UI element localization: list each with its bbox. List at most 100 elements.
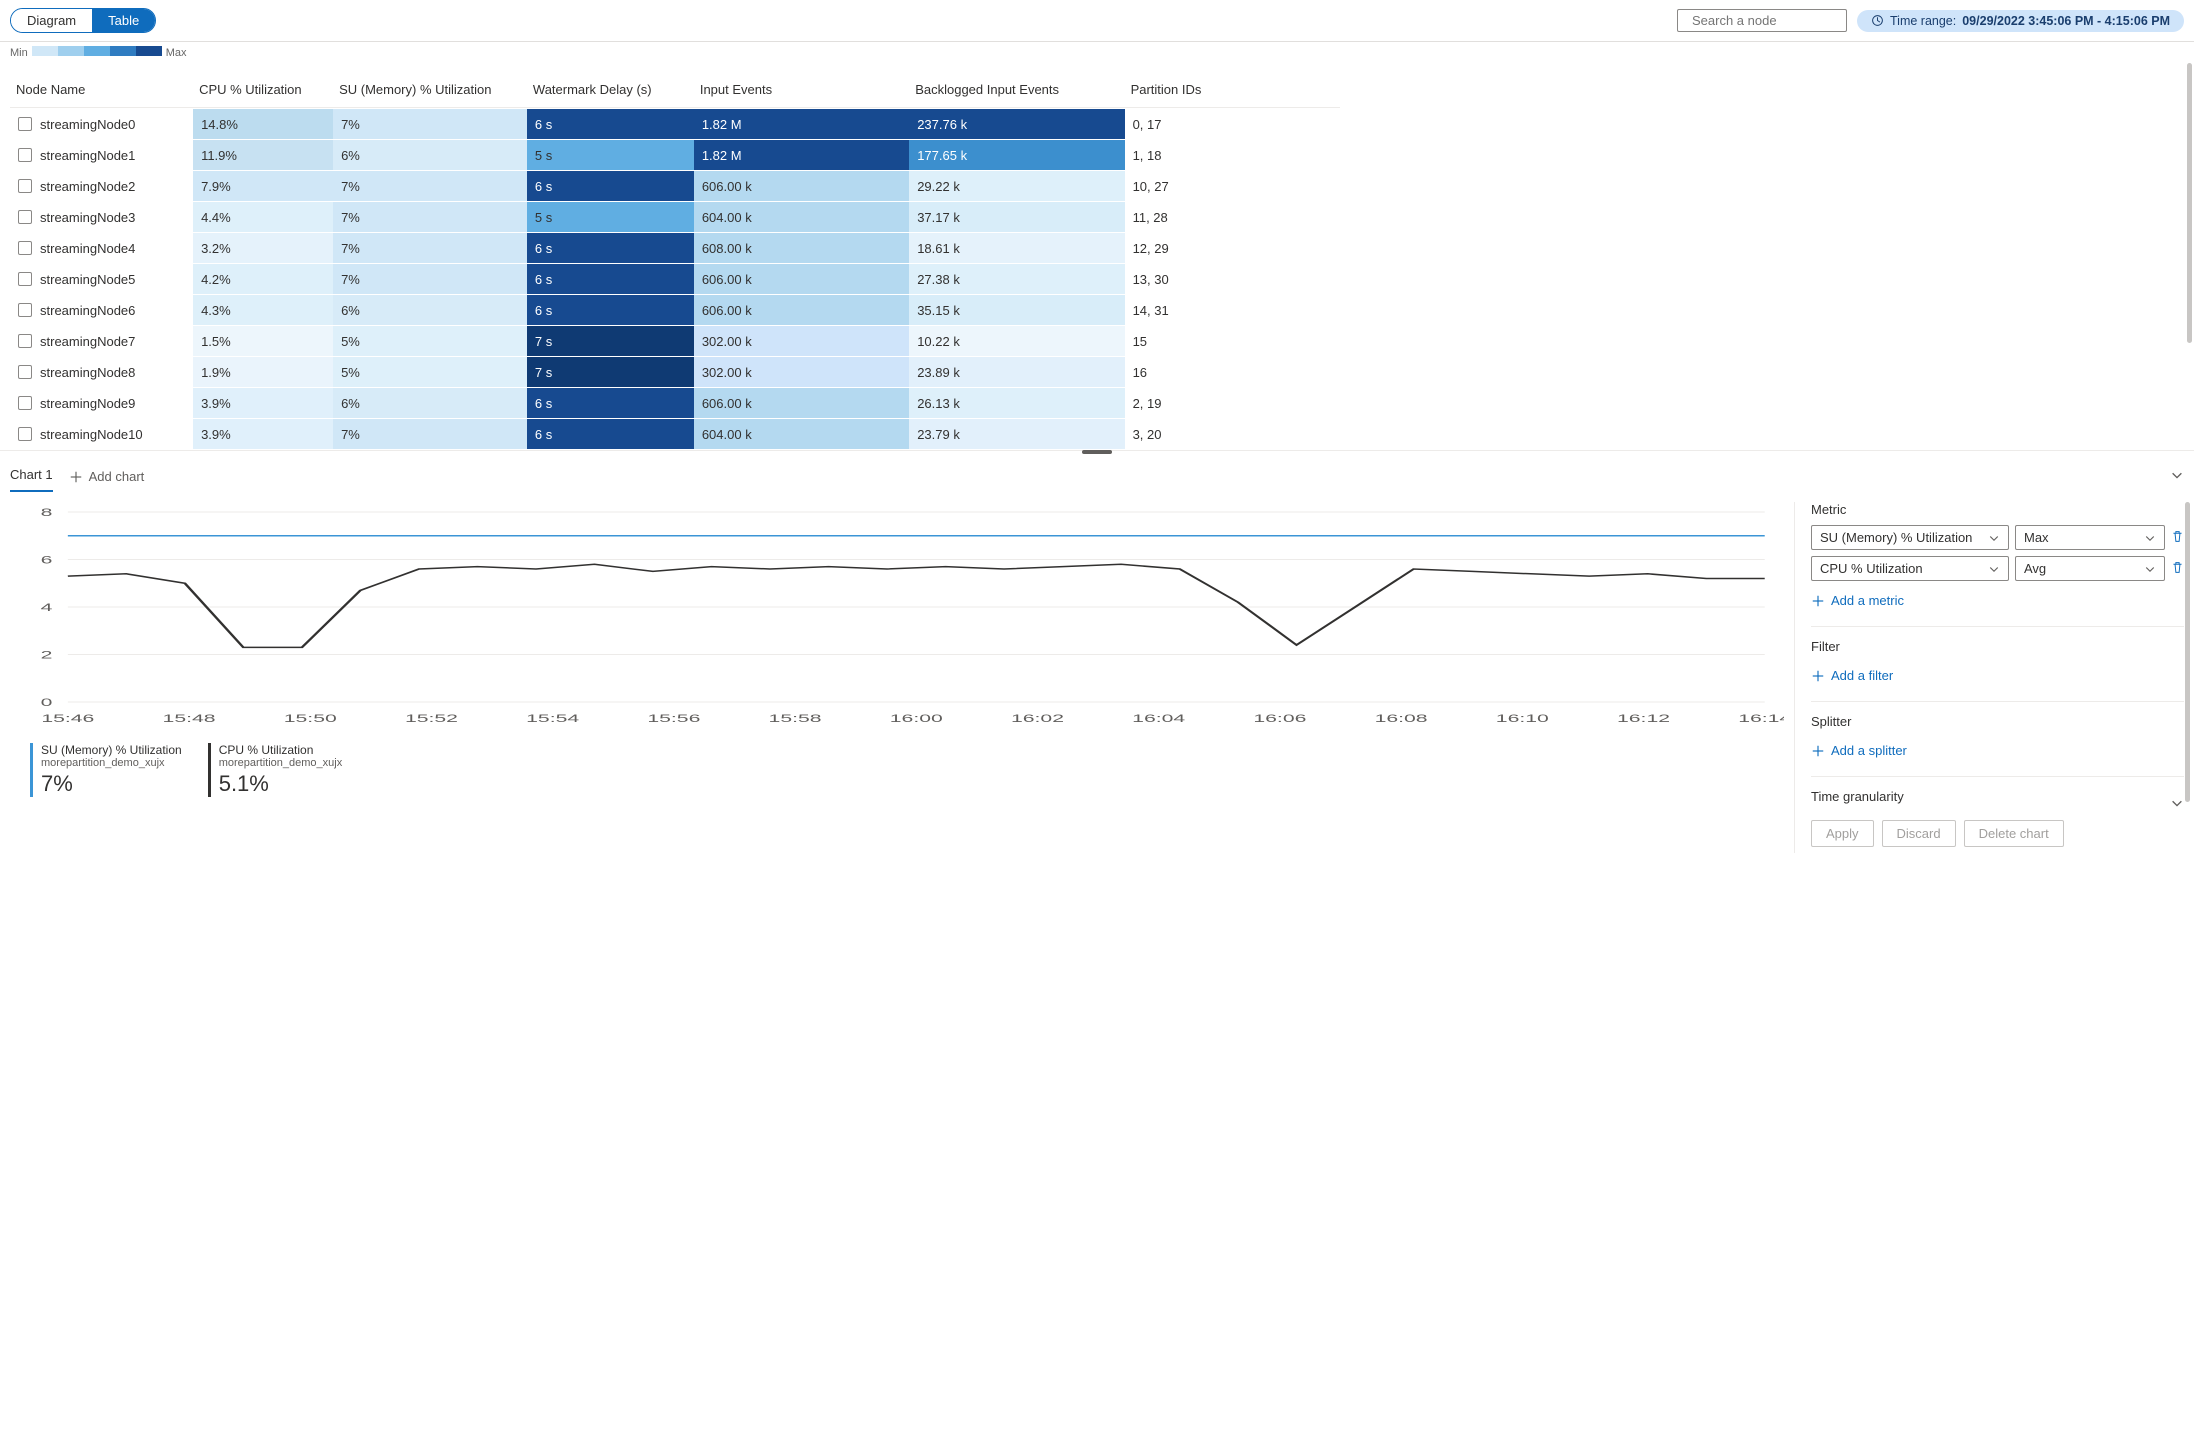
column-header[interactable]: Input Events	[694, 64, 909, 108]
node-name-text: streamingNode0	[40, 117, 135, 132]
node-name-cell[interactable]: streamingNode2	[10, 171, 193, 201]
column-header[interactable]: Partition IDs	[1125, 64, 1340, 108]
node-name-cell[interactable]: streamingNode9	[10, 388, 193, 418]
row-checkbox[interactable]	[18, 365, 32, 379]
time-range-picker[interactable]: Time range: 09/29/2022 3:45:06 PM - 4:15…	[1857, 10, 2184, 32]
watermark-cell: 6 s	[527, 388, 694, 418]
add-splitter-label: Add a splitter	[1831, 743, 1907, 758]
aggregation-dropdown[interactable]: Max	[2015, 525, 2165, 550]
resize-handle[interactable]	[1082, 450, 1112, 454]
metric-dropdown[interactable]: CPU % Utilization	[1811, 556, 2009, 581]
watermark-cell: 6 s	[527, 171, 694, 201]
granularity-section-title: Time granularity	[1811, 789, 2184, 804]
node-name-text: streamingNode7	[40, 334, 135, 349]
watermark-cell: 6 s	[527, 264, 694, 294]
legend-cpu-value: 5.1%	[219, 771, 343, 797]
node-name-cell[interactable]: streamingNode6	[10, 295, 193, 325]
view-toggle-diagram[interactable]: Diagram	[11, 9, 92, 32]
watermark-cell: 7 s	[527, 326, 694, 356]
row-checkbox[interactable]	[18, 396, 32, 410]
node-name-cell[interactable]: streamingNode0	[10, 109, 193, 139]
node-name-text: streamingNode8	[40, 365, 135, 380]
top-bar: Diagram Table Time range: 09/29/2022 3:4…	[0, 0, 2194, 42]
table-row[interactable]: streamingNode93.9%6%6 s606.00 k26.13 k2,…	[10, 388, 1340, 418]
node-name-cell[interactable]: streamingNode4	[10, 233, 193, 263]
row-checkbox[interactable]	[18, 148, 32, 162]
chart-panel: 0246815:4615:4815:5015:5215:5415:5615:58…	[10, 502, 1784, 853]
heat-swatch	[84, 46, 110, 56]
backlog-cell: 37.17 k	[909, 202, 1124, 232]
row-checkbox[interactable]	[18, 272, 32, 286]
su-cell: 7%	[333, 264, 527, 294]
table-row[interactable]: streamingNode71.5%5%7 s302.00 k10.22 k15	[10, 326, 1340, 356]
table-row[interactable]: streamingNode43.2%7%6 s608.00 k18.61 k12…	[10, 233, 1340, 263]
su-cell: 5%	[333, 326, 527, 356]
delete-metric-button[interactable]	[2171, 561, 2184, 577]
table-row[interactable]: streamingNode54.2%7%6 s606.00 k27.38 k13…	[10, 264, 1340, 294]
table-row[interactable]: streamingNode64.3%6%6 s606.00 k35.15 k14…	[10, 295, 1340, 325]
node-name-text: streamingNode1	[40, 148, 135, 163]
partition-ids-cell: 0, 17	[1125, 109, 1340, 139]
search-input-wrap[interactable]	[1677, 9, 1847, 32]
metric-dropdown[interactable]: SU (Memory) % Utilization	[1811, 525, 2009, 550]
table-row[interactable]: streamingNode014.8%7%6 s1.82 M237.76 k0,…	[10, 109, 1340, 139]
node-name-cell[interactable]: streamingNode7	[10, 326, 193, 356]
settings-scrollbar[interactable]	[2185, 502, 2190, 802]
add-filter-button[interactable]: Add a filter	[1811, 662, 2184, 689]
column-header[interactable]: Watermark Delay (s)	[527, 64, 694, 108]
row-checkbox[interactable]	[18, 427, 32, 441]
view-toggle-table[interactable]: Table	[92, 9, 155, 32]
table-row[interactable]: streamingNode81.9%5%7 s302.00 k23.89 k16	[10, 357, 1340, 387]
x-tick-label: 15:56	[647, 712, 700, 724]
metric-dropdown-value: SU (Memory) % Utilization	[1820, 530, 1972, 545]
backlog-cell: 29.22 k	[909, 171, 1124, 201]
apply-button[interactable]: Apply	[1811, 820, 1874, 847]
add-chart-label: Add chart	[89, 469, 145, 484]
legend-item-cpu[interactable]: CPU % Utilization morepartition_demo_xuj…	[208, 743, 343, 797]
node-name-cell[interactable]: streamingNode8	[10, 357, 193, 387]
row-checkbox[interactable]	[18, 117, 32, 131]
row-checkbox[interactable]	[18, 210, 32, 224]
row-checkbox[interactable]	[18, 303, 32, 317]
search-input[interactable]	[1692, 13, 1868, 28]
discard-button[interactable]: Discard	[1882, 820, 1956, 847]
x-tick-label: 16:06	[1253, 712, 1306, 724]
table-row[interactable]: streamingNode111.9%6%5 s1.82 M177.65 k1,…	[10, 140, 1340, 170]
add-chart-button[interactable]: Add chart	[69, 469, 145, 484]
column-header[interactable]: CPU % Utilization	[193, 64, 333, 108]
metric-section-title: Metric	[1811, 502, 2184, 517]
delete-metric-button[interactable]	[2171, 530, 2184, 546]
add-splitter-button[interactable]: Add a splitter	[1811, 737, 2184, 764]
backlog-cell: 10.22 k	[909, 326, 1124, 356]
line-chart[interactable]: 0246815:4615:4815:5015:5215:5415:5615:58…	[10, 502, 1784, 732]
add-metric-button[interactable]: Add a metric	[1811, 587, 2184, 614]
aggregation-dropdown[interactable]: Avg	[2015, 556, 2165, 581]
cpu-cell: 4.2%	[193, 264, 333, 294]
column-header[interactable]: Node Name	[10, 64, 193, 108]
table-row[interactable]: streamingNode34.4%7%5 s604.00 k37.17 k11…	[10, 202, 1340, 232]
table-scrollbar[interactable]	[2187, 63, 2192, 343]
tab-chart-1[interactable]: Chart 1	[10, 461, 53, 492]
column-header[interactable]: Backlogged Input Events	[909, 64, 1124, 108]
node-name-cell[interactable]: streamingNode5	[10, 264, 193, 294]
node-name-cell[interactable]: streamingNode1	[10, 140, 193, 170]
table-row[interactable]: streamingNode27.9%7%6 s606.00 k29.22 k10…	[10, 171, 1340, 201]
y-tick-label: 8	[41, 506, 53, 518]
row-checkbox[interactable]	[18, 334, 32, 348]
collapse-chart-button[interactable]	[2170, 468, 2184, 485]
legend-item-su[interactable]: SU (Memory) % Utilization morepartition_…	[30, 743, 182, 797]
x-tick-label: 15:52	[405, 712, 458, 724]
column-header[interactable]: SU (Memory) % Utilization	[333, 64, 527, 108]
delete-chart-button[interactable]: Delete chart	[1964, 820, 2064, 847]
backlog-cell: 177.65 k	[909, 140, 1124, 170]
node-name-text: streamingNode2	[40, 179, 135, 194]
table-row[interactable]: streamingNode103.9%7%6 s604.00 k23.79 k3…	[10, 419, 1340, 449]
row-checkbox[interactable]	[18, 179, 32, 193]
node-name-cell[interactable]: streamingNode3	[10, 202, 193, 232]
x-tick-label: 15:48	[163, 712, 216, 724]
input-events-cell: 1.82 M	[694, 109, 909, 139]
filter-section-title: Filter	[1811, 639, 2184, 654]
row-checkbox[interactable]	[18, 241, 32, 255]
node-name-cell[interactable]: streamingNode10	[10, 419, 193, 449]
chevron-down-icon[interactable]	[2170, 796, 2184, 813]
